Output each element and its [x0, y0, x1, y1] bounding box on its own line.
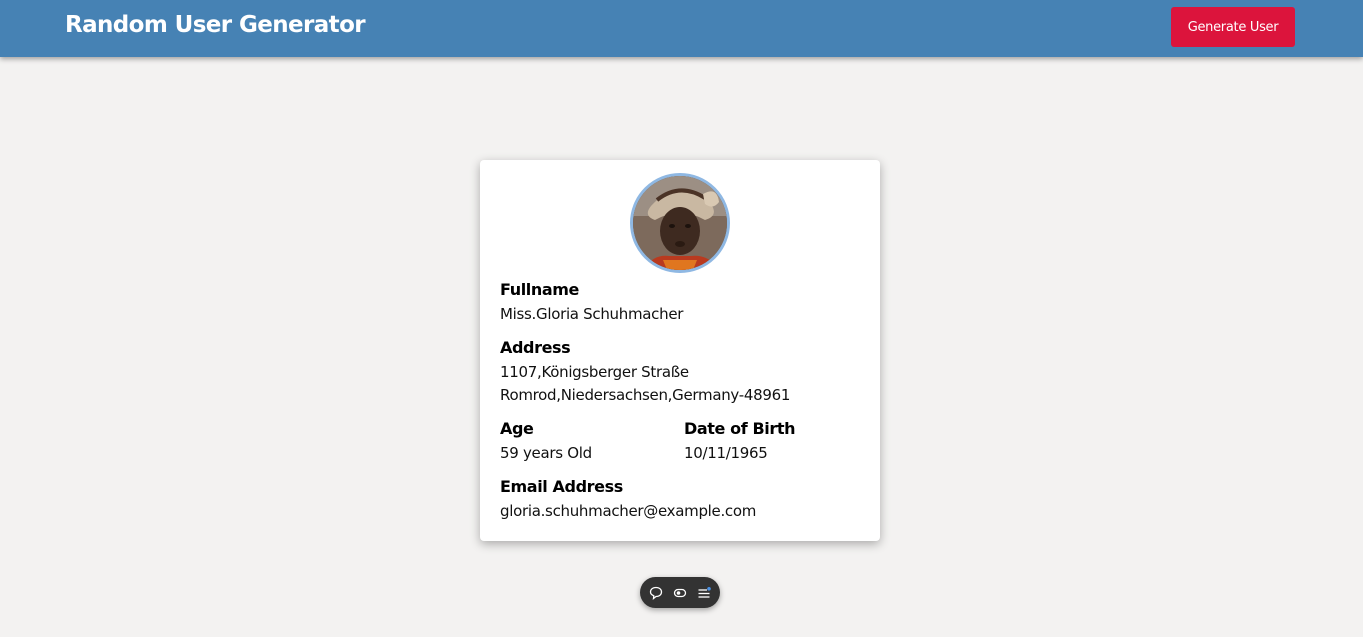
address-label: Address: [500, 338, 571, 357]
user-card: Fullname Miss.Gloria Schuhmacher Address…: [480, 160, 880, 541]
comment-icon[interactable]: [649, 585, 664, 600]
menu-icon[interactable]: [697, 585, 712, 600]
app-title: Random User Generator: [65, 12, 366, 38]
toggle-icon[interactable]: [673, 585, 688, 600]
email-label: Email Address: [500, 477, 623, 496]
age-label: Age: [500, 419, 534, 438]
floating-toolbar: [640, 577, 720, 608]
user-avatar: [630, 173, 730, 273]
dob-value: 10/11/1965: [684, 444, 768, 462]
age-value: 59 years Old: [500, 444, 592, 462]
email-value: gloria.schuhmacher@example.com: [500, 502, 757, 520]
dob-label: Date of Birth: [684, 419, 796, 438]
address-line2: Romrod,Niedersachsen,Germany-48961: [500, 386, 791, 404]
generate-user-button[interactable]: Generate User: [1171, 7, 1295, 47]
avatar-photo-icon: [633, 176, 727, 270]
fullname-label: Fullname: [500, 280, 580, 299]
fullname-value: Miss.Gloria Schuhmacher: [500, 305, 684, 323]
app-header: Random User Generator Generate User: [0, 0, 1363, 57]
address-line1: 1107,Königsberger Straße: [500, 363, 689, 381]
